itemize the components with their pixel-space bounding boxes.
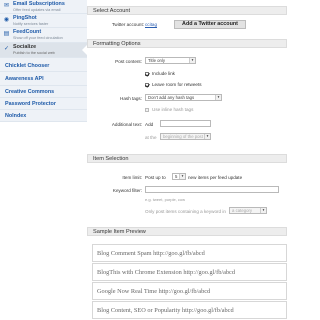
section-title: Sample Item Preview [93,229,146,235]
chevron-down-icon: ▾ [260,208,266,213]
sidebar-item-email-subscriptions[interactable]: ✉ Email Subscriptions Offer feed updates… [0,0,87,14]
item-limit-label: Item limit: [122,175,142,180]
preview-item-text: Blog Comment Spam http://goo.gl/fb/abcd [97,250,205,257]
sidebar-item-sublabel: Show off your feed circulation [13,36,63,40]
section-header-item-selection: Item Selection [87,154,287,163]
section-header-formatting-options: Formatting Options [87,39,287,48]
post-content-select[interactable]: Title only ▾ [145,57,196,64]
sidebar-item-feedcount[interactable]: ▤ FeedCount Show off your feed circulati… [0,28,87,43]
sidebar-item-sublabel: Notify services faster [13,22,49,26]
at-the-label: at the [145,135,157,140]
keyword-filter-label: Keyword filter: [112,188,142,193]
counter-icon: ▤ [3,31,10,37]
post-up-to-label: Post up to [145,175,166,180]
hash-tags-select[interactable]: Don't add any hash tags ▾ [145,94,222,101]
preview-item: Google Now Real Time http://goo.gl/fb/ab… [92,282,287,300]
sidebar-item-label: FeedCount [13,29,42,35]
use-inline-hash-tags-label: Use inline hash tags [152,107,194,112]
new-items-label: new items per feed update [188,175,243,180]
section-header-sample-item-preview: Sample Item Preview [87,227,287,236]
sidebar-item-label: Awareness API [5,76,44,82]
section-title: Formatting Options [93,41,141,47]
preview-item-text: BlogThis with Chrome Extension http://go… [97,269,235,276]
chevron-down-icon: ▾ [189,58,195,63]
sidebar-item-awareness-api[interactable]: Awareness API [0,72,87,86]
add-twitter-account-button[interactable]: Add a Twitter account [174,20,246,29]
item-limit-select[interactable]: 5 ▾ [172,173,186,180]
hash-tags-label: Hash tags: [120,96,142,101]
sidebar-item-label: Creative Commons [5,89,55,95]
main-panel: Select Account Twitter account: ccitag A… [87,0,297,320]
chevron-down-icon: ▾ [179,174,185,179]
leave-room-checkbox[interactable] [145,83,149,87]
sidebar-item-sublabel: Offer feed updates via email [13,8,61,12]
envelope-icon: ✉ [3,3,10,9]
chevron-down-icon: ▾ [204,134,210,139]
checkmark-icon: ✓ [3,46,10,52]
section-header-select-account: Select Account [87,6,287,15]
post-content-label: Post content: [115,59,142,64]
sidebar-item-creative-commons[interactable]: Creative Commons [0,86,87,98]
sidebar-item-password-protector[interactable]: Password Protector [0,98,87,110]
sidebar-item-socialize[interactable]: ✓ Socialize Publish to the social web [0,43,87,58]
preview-item: Blog Content, SEO or Popularity http://g… [92,301,287,319]
keyword-filter-input[interactable] [145,186,279,193]
preview-item-text: Google Now Real Time http://goo.gl/fb/ab… [97,288,211,295]
additional-text-position-select[interactable]: beginning of the post ▾ [160,133,211,140]
sidebar-item-sublabel: Publish to the social web [13,51,55,55]
twitter-account-link[interactable]: ccitag [145,22,157,27]
twitter-account-label: Twitter account: [111,22,144,27]
sidebar-item-label: Password Protector [5,101,56,107]
keyword-location-select[interactable]: a category ▾ [229,207,267,214]
section-title: Item Selection [93,156,129,162]
include-link-checkbox[interactable] [145,72,149,76]
sidebar-item-chicklet-chooser[interactable]: Chicklet Chooser [0,58,87,72]
preview-item: Blog Comment Spam http://goo.gl/fb/abcd [92,244,287,262]
leave-room-label: Leave room for retweets [152,82,202,87]
sidebar-item-noindex[interactable]: NoIndex [0,110,87,122]
chevron-down-icon: ▾ [215,95,221,100]
preview-item: BlogThis with Chrome Extension http://go… [92,263,287,281]
preview-item-text: Blog Content, SEO or Popularity http://g… [97,307,234,314]
include-link-label: Include link [152,71,175,76]
sidebar: ✉ Email Subscriptions Offer feed updates… [0,0,87,320]
section-title: Select Account [93,8,131,14]
sidebar-item-pingshot[interactable]: ◉ PingShot Notify services faster [0,14,87,28]
keyword-filter-hint: e.g. tweet, purple, cow [145,197,186,202]
use-inline-hash-tags-checkbox[interactable] [145,108,149,112]
sidebar-item-label: Socialize [13,44,37,50]
sidebar-item-label: NoIndex [5,113,27,119]
sidebar-item-label: Chicklet Chooser [5,63,50,69]
only-post-label: Only post items containing a keyword in [145,209,226,214]
sidebar-item-label: PingShot [13,15,37,21]
add-label: Add [145,122,154,127]
sidebar-item-label: Email Subscriptions [13,1,65,7]
additional-text-input[interactable] [160,120,211,127]
additional-text-label: Additional text: [111,122,142,127]
ping-icon: ◉ [3,17,10,23]
